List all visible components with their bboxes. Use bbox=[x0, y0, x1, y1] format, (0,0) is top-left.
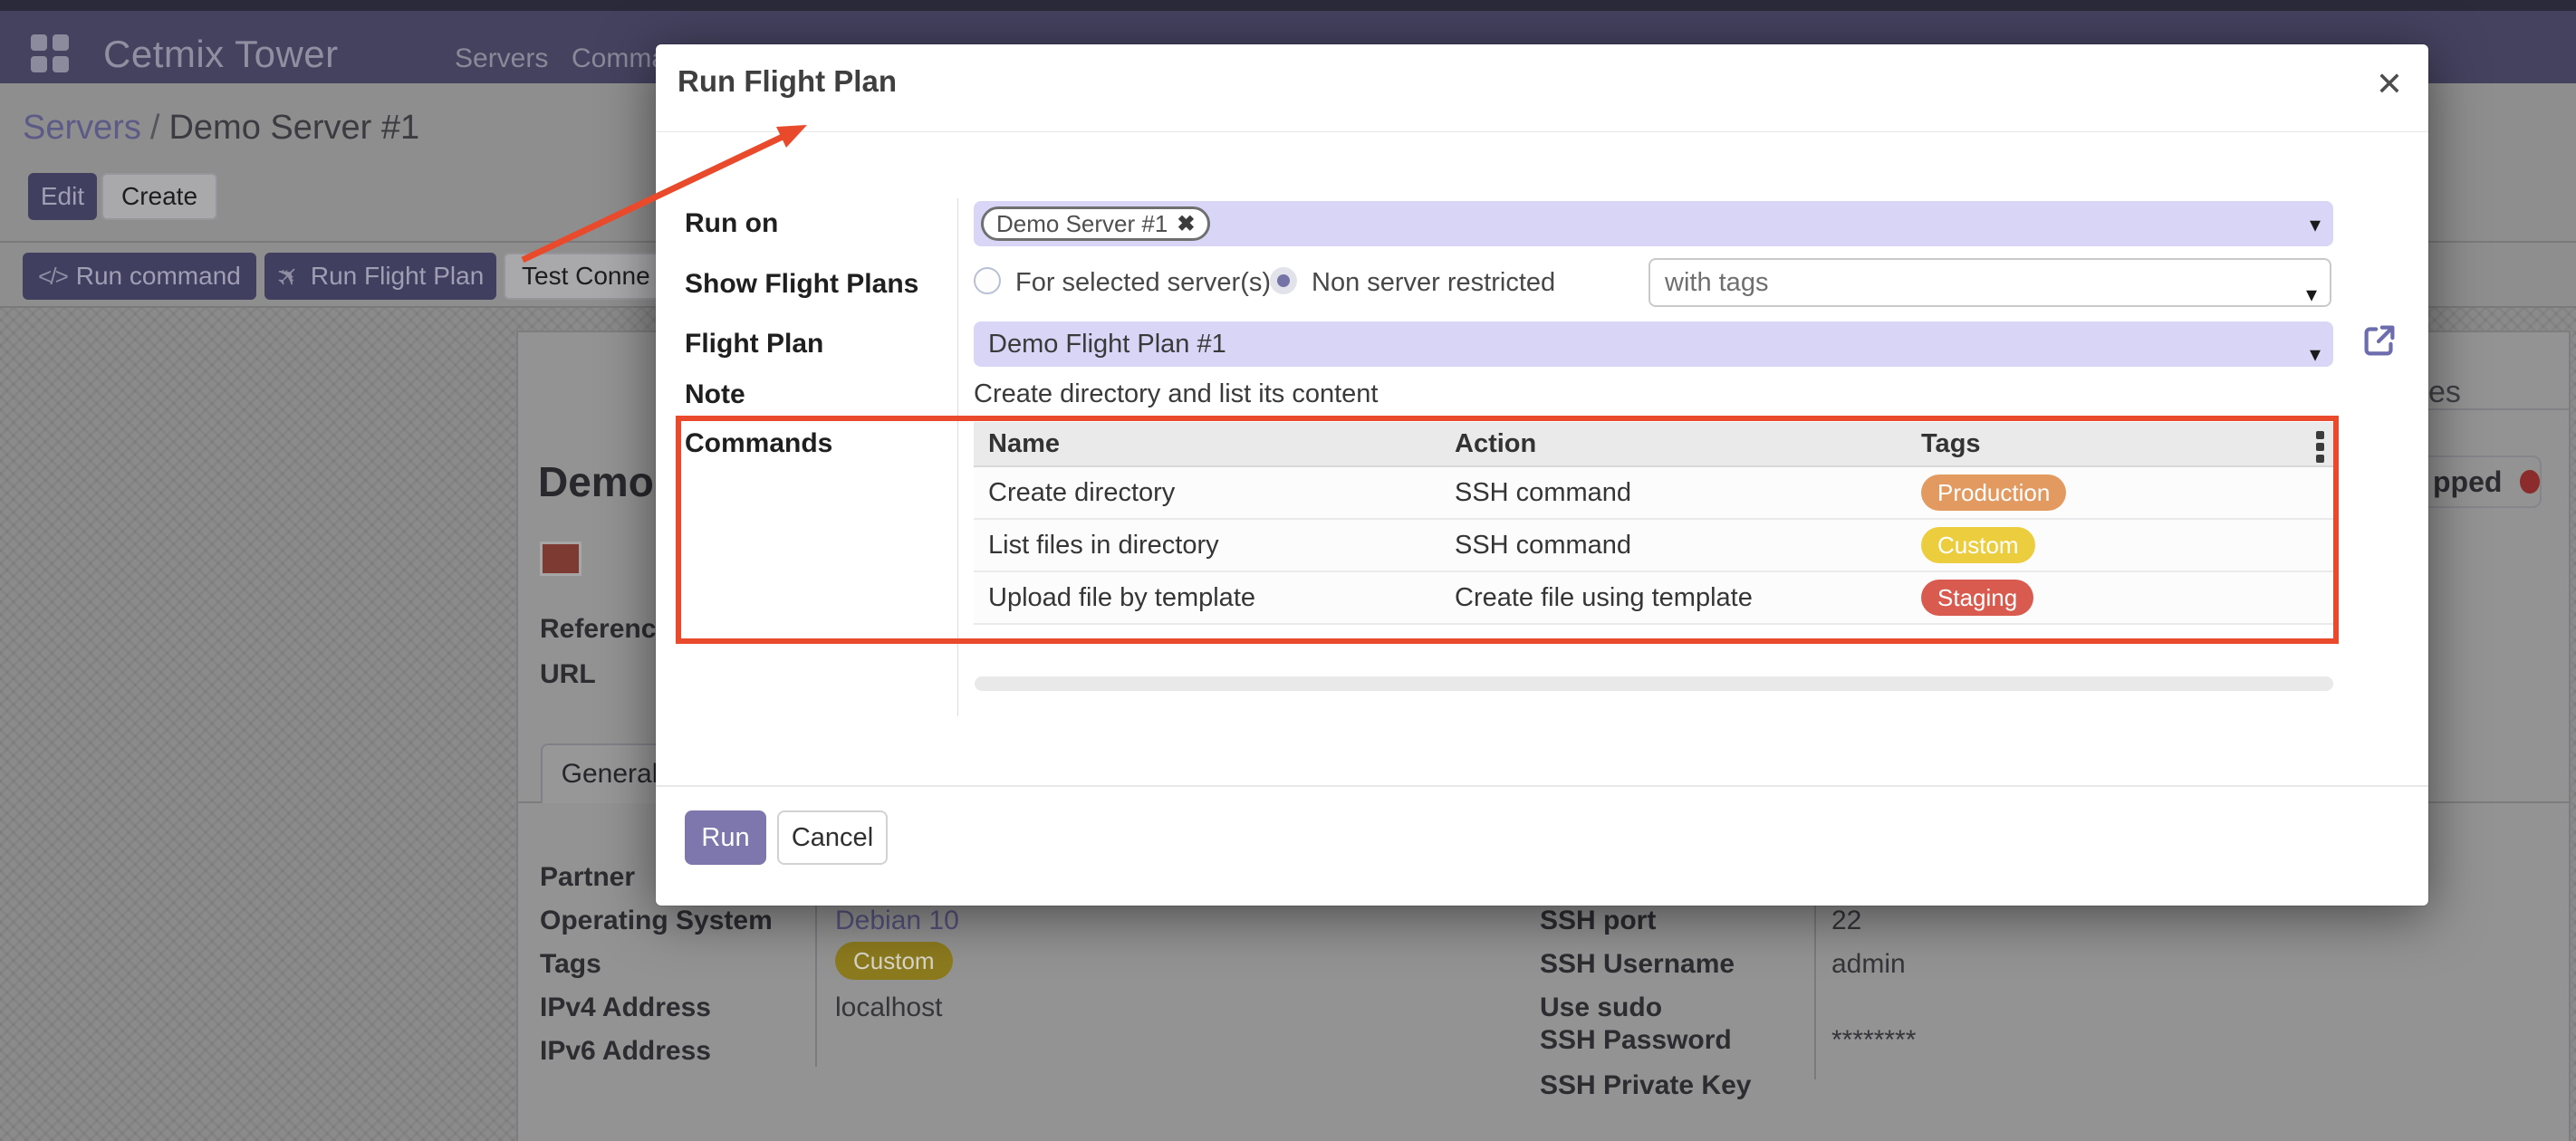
apps-grid-icon[interactable] bbox=[31, 34, 69, 72]
cell-name: List files in directory bbox=[974, 520, 1440, 570]
ipv4-value: localhost bbox=[835, 992, 942, 1023]
right-column-separator bbox=[1814, 906, 1816, 1079]
run-flight-plan-label: Run Flight Plan bbox=[311, 262, 484, 291]
run-command-label: Run command bbox=[76, 262, 241, 291]
run-command-button[interactable]: </> Run command bbox=[23, 253, 256, 300]
column-header-name[interactable]: Name bbox=[974, 422, 1440, 465]
cell-action: Create file using template bbox=[1440, 572, 1907, 623]
plane-icon: ✈ bbox=[269, 257, 308, 296]
ssh-private-key-label: SSH Private Key bbox=[1540, 1070, 1751, 1101]
ssh-password-value: ******** bbox=[1831, 1025, 1916, 1056]
code-icon: </> bbox=[38, 263, 67, 291]
ssh-username-value: admin bbox=[1831, 949, 1906, 980]
with-tags-value: with tags bbox=[1665, 268, 1768, 297]
show-flight-plans-label: Show Flight Plans bbox=[685, 269, 918, 300]
smart-button-underline bbox=[2428, 408, 2569, 410]
ssh-username-label: SSH Username bbox=[1540, 949, 1735, 980]
breadcrumb-link-servers[interactable]: Servers bbox=[23, 109, 141, 147]
table-row[interactable]: Upload file by template Create file usin… bbox=[974, 572, 2333, 625]
screen: Cetmix Tower Servers Commands Files Tool… bbox=[0, 0, 2576, 1141]
server-tag-custom: Custom bbox=[835, 942, 953, 980]
chevron-down-icon[interactable]: ▾ bbox=[2310, 212, 2321, 238]
os-top-strip bbox=[0, 0, 2576, 11]
server-title: Demo bbox=[538, 457, 654, 506]
smart-button-partial[interactable]: es bbox=[2428, 375, 2461, 410]
tag-pill-custom: Custom bbox=[1921, 527, 2035, 563]
run-flight-plan-button[interactable]: ✈ Run Flight Plan bbox=[264, 253, 496, 300]
cell-name: Create directory bbox=[974, 467, 1440, 518]
run-flight-plan-dialog: Run Flight Plan ✕ Run on Demo Server #1 … bbox=[656, 44, 2428, 906]
status-dot-icon bbox=[2520, 470, 2540, 494]
radio-for-selected-servers[interactable] bbox=[974, 267, 1001, 294]
color-swatch[interactable] bbox=[540, 542, 582, 576]
reference-label: Reference bbox=[540, 614, 671, 645]
commands-table: Name Action Tags Create directory SSH co… bbox=[974, 422, 2333, 625]
optional-columns-icon[interactable] bbox=[2316, 431, 2324, 463]
create-button[interactable]: Create bbox=[101, 173, 217, 220]
note-value: Create directory and list its content bbox=[974, 379, 1378, 409]
dialog-title: Run Flight Plan bbox=[678, 64, 897, 99]
tag-pill-staging: Staging bbox=[1921, 580, 2033, 616]
commands-table-header: Name Action Tags bbox=[974, 422, 2333, 467]
column-header-action[interactable]: Action bbox=[1440, 422, 1907, 465]
tag-pill-production: Production bbox=[1921, 475, 2066, 511]
status-text-partial: pped bbox=[2433, 465, 2502, 499]
ssh-port-value: 22 bbox=[1831, 906, 1861, 936]
brand-title[interactable]: Cetmix Tower bbox=[103, 33, 339, 76]
radio-non-server-restricted-label[interactable]: Non server restricted bbox=[1312, 268, 1555, 298]
tags-label: Tags bbox=[540, 949, 601, 980]
with-tags-select[interactable]: with tags ▾ bbox=[1648, 258, 2331, 307]
nav-item-servers[interactable]: Servers bbox=[455, 43, 548, 74]
chevron-down-icon[interactable]: ▾ bbox=[2310, 332, 2321, 378]
breadcrumb-separator: / bbox=[141, 109, 169, 147]
edit-button[interactable]: Edit bbox=[28, 173, 97, 220]
breadcrumb: Servers/Demo Server #1 bbox=[23, 109, 419, 148]
cell-name: Upload file by template bbox=[974, 572, 1440, 623]
operating-system-label: Operating System bbox=[540, 906, 773, 936]
use-sudo-label: Use sudo bbox=[1540, 992, 1662, 1023]
flight-plan-select[interactable]: Demo Flight Plan #1 ▾ bbox=[974, 321, 2333, 367]
run-button[interactable]: Run bbox=[685, 810, 766, 865]
ipv6-label: IPv6 Address bbox=[540, 1036, 711, 1067]
dialog-header-divider bbox=[656, 131, 2428, 132]
chevron-down-icon[interactable]: ▾ bbox=[2306, 273, 2317, 318]
ssh-port-label: SSH port bbox=[1540, 906, 1656, 936]
run-on-field[interactable]: Demo Server #1 ✖ ▾ bbox=[974, 201, 2333, 246]
chip-remove-icon[interactable]: ✖ bbox=[1177, 211, 1195, 237]
tabbar-underline-left bbox=[516, 801, 541, 803]
cancel-button[interactable]: Cancel bbox=[777, 810, 888, 865]
breadcrumb-current: Demo Server #1 bbox=[168, 109, 419, 147]
note-label: Note bbox=[685, 379, 745, 410]
ssh-password-label: SSH Password bbox=[1540, 1025, 1732, 1056]
form-label-separator bbox=[957, 198, 958, 716]
url-label: URL bbox=[540, 659, 596, 690]
server-chip-label: Demo Server #1 bbox=[996, 210, 1168, 238]
table-row[interactable]: Create directory SSH command Production bbox=[974, 467, 2333, 520]
cell-action: SSH command bbox=[1440, 467, 1907, 518]
server-chip[interactable]: Demo Server #1 ✖ bbox=[981, 206, 1210, 241]
radio-non-server-restricted[interactable] bbox=[1270, 267, 1297, 294]
commands-label: Commands bbox=[685, 428, 832, 459]
external-link-icon[interactable] bbox=[2359, 320, 2400, 361]
run-on-label: Run on bbox=[685, 208, 778, 239]
column-header-tags[interactable]: Tags bbox=[1907, 422, 2333, 465]
operating-system-value[interactable]: Debian 10 bbox=[835, 906, 959, 936]
dialog-footer-divider bbox=[656, 785, 2428, 787]
flight-plan-label: Flight Plan bbox=[685, 329, 823, 360]
table-row[interactable]: List files in directory SSH command Cust… bbox=[974, 520, 2333, 572]
partner-label: Partner bbox=[540, 862, 635, 893]
cell-action: SSH command bbox=[1440, 520, 1907, 570]
ipv4-label: IPv4 Address bbox=[540, 992, 711, 1023]
close-icon[interactable]: ✕ bbox=[2376, 68, 2403, 101]
left-column-separator bbox=[815, 904, 817, 1067]
flight-plan-value: Demo Flight Plan #1 bbox=[988, 330, 1226, 359]
radio-for-selected-servers-label[interactable]: For selected server(s) bbox=[1015, 268, 1271, 298]
table-horizontal-scrollbar[interactable] bbox=[975, 676, 2333, 691]
